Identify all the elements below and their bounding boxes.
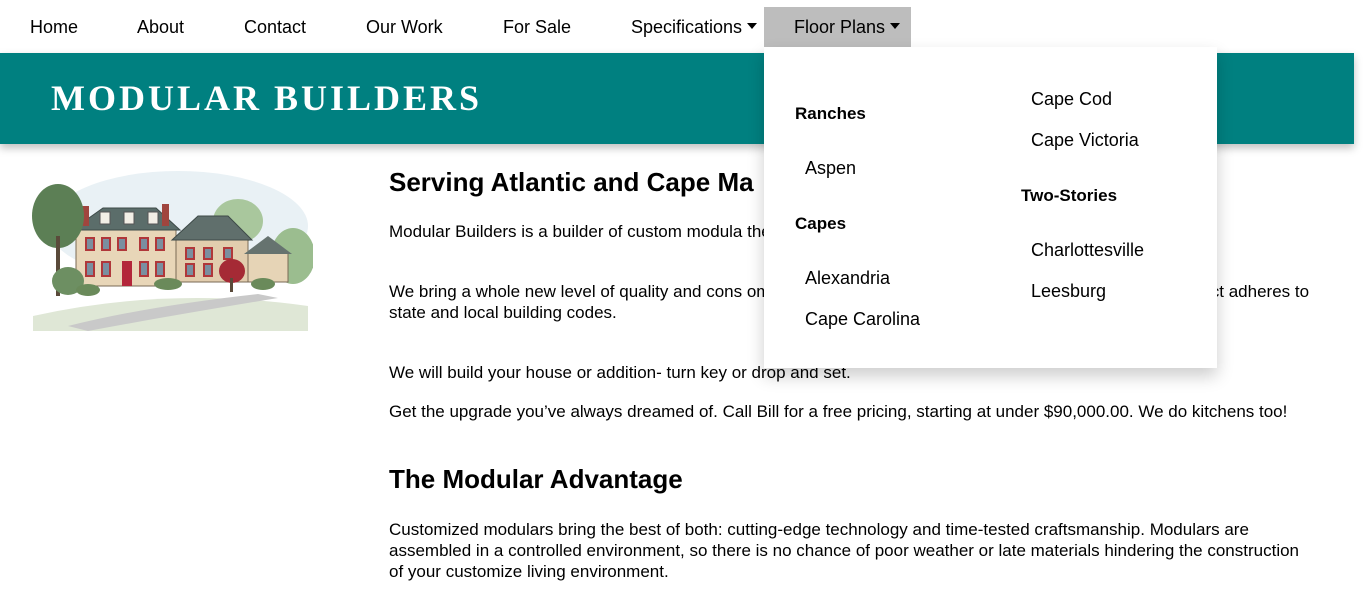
caret-down-icon xyxy=(890,23,901,30)
site-title: MODULAR BUILDERS xyxy=(51,78,483,118)
capes-heading: Capes xyxy=(795,214,847,233)
advantage-heading: The Modular Advantage xyxy=(389,464,683,494)
house-image xyxy=(32,171,315,331)
advantage-paragraph: Customized modulars bring the best of bo… xyxy=(389,520,1300,581)
upgrade-paragraph: Get the upgrade you’ve always dreamed of… xyxy=(389,402,1288,421)
nav-floor-plans-label: Floor Plans xyxy=(794,17,886,37)
plan-link-alexandria[interactable]: Alexandria xyxy=(805,268,890,289)
caret-down-icon xyxy=(747,23,758,30)
floor-plans-dropdown: Ranches Aspen Capes Alexandria Cape Caro… xyxy=(764,47,1217,368)
nav-specifications-label: Specifications xyxy=(631,17,743,37)
plan-link-charlottesville[interactable]: Charlottesville xyxy=(1031,240,1144,261)
ranches-heading: Ranches xyxy=(795,104,866,123)
nav-our-work[interactable]: Our Work xyxy=(366,7,443,47)
nav-home[interactable]: Home xyxy=(30,7,78,47)
nav-for-sale[interactable]: For Sale xyxy=(503,7,571,47)
nav-floor-plans[interactable]: Floor Plans xyxy=(764,7,912,47)
nav-about[interactable]: About xyxy=(137,7,184,47)
nav-specifications[interactable]: Specifications xyxy=(631,7,758,47)
top-nav: Home About Contact Our Work For Sale Spe… xyxy=(0,0,1368,53)
plan-link-cape-cod[interactable]: Cape Cod xyxy=(1031,89,1112,110)
house-illustration xyxy=(28,166,315,341)
serving-heading: Serving Atlantic and Cape Ma xyxy=(389,167,754,197)
plan-link-cape-carolina[interactable]: Cape Carolina xyxy=(805,309,920,330)
plan-link-cape-victoria[interactable]: Cape Victoria xyxy=(1031,130,1139,151)
plan-link-aspen[interactable]: Aspen xyxy=(805,158,856,179)
plan-link-leesburg[interactable]: Leesburg xyxy=(1031,281,1106,302)
nav-contact[interactable]: Contact xyxy=(244,7,306,47)
two-stories-heading: Two-Stories xyxy=(1021,186,1118,205)
